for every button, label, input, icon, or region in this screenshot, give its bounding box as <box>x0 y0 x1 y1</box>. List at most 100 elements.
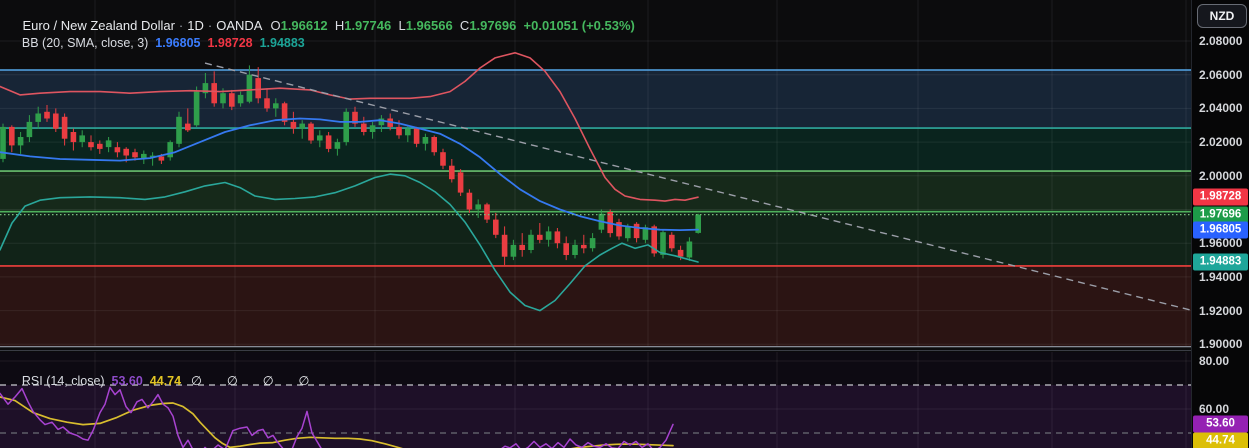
candle-body <box>53 113 59 129</box>
candle-body <box>431 137 437 153</box>
candle-body <box>422 137 429 144</box>
candle-body <box>176 116 182 144</box>
candle-body <box>440 152 446 166</box>
price-axis[interactable]: 2.08000 2.06000 2.04000 2.02000 2.00000 1.960… <box>1191 0 1249 448</box>
candle-body <box>185 123 191 131</box>
change-value: +0.01051 (+0.53%) <box>523 18 635 33</box>
close-label: C <box>459 18 470 33</box>
close-value: 1.97696 <box>469 18 517 33</box>
price-axis-label: 2.00000 <box>1199 168 1243 183</box>
price-axis-label: 2.02000 <box>1199 135 1243 150</box>
candle-body <box>237 94 244 104</box>
candle-body <box>343 111 349 143</box>
candle-body <box>70 132 77 143</box>
candle-body <box>167 142 173 158</box>
candle-body <box>405 128 411 136</box>
candle-body <box>105 140 112 148</box>
high-label: H <box>334 18 345 33</box>
rsi-axis-label: 80.00 <box>1199 354 1230 368</box>
candle-body <box>88 142 94 148</box>
candle-body <box>325 135 332 149</box>
candle-body <box>493 219 499 235</box>
candle-body <box>17 137 24 146</box>
candle-body <box>413 128 420 144</box>
trading-chart-window: Euro / New Zealand Dollar · 1D · OANDA O1.966… <box>0 0 1249 448</box>
candle-body <box>317 135 323 141</box>
candle-body <box>537 234 543 240</box>
candle-body <box>290 121 297 129</box>
price-axis-badge-bb-basis: 1.96805 <box>1193 221 1248 239</box>
candle-body <box>299 123 305 129</box>
candle-body <box>158 156 165 161</box>
candle-body <box>229 93 235 107</box>
candle-body <box>255 78 261 99</box>
candle-body <box>35 113 41 122</box>
candle-body <box>686 241 693 258</box>
low-label: L <box>398 18 406 33</box>
price-axis-label: 1.94000 <box>1199 269 1243 284</box>
candle-body <box>369 125 376 132</box>
candle-body <box>26 121 33 138</box>
price-axis-badge-bb-lower: 1.94883 <box>1193 253 1248 271</box>
pane-separator[interactable] <box>0 346 1191 348</box>
candle-body <box>563 243 569 255</box>
price-axis-label: 2.04000 <box>1199 101 1243 116</box>
candle-body <box>0 126 6 159</box>
candle-body <box>396 126 402 136</box>
candle-body <box>519 244 525 250</box>
candle-body <box>669 234 675 249</box>
price-axis-label: 1.96000 <box>1199 236 1243 251</box>
rsi-ma-value: 44.74 <box>149 374 182 388</box>
candle-body <box>61 116 68 139</box>
rsi-axis-label: 60.00 <box>1199 402 1230 416</box>
currency-toggle-button[interactable]: NZD <box>1197 4 1247 28</box>
candle-body <box>554 231 561 244</box>
bb-basis-value: 1.96805 <box>155 36 201 50</box>
candle-body <box>660 232 666 255</box>
price-axis-label: 1.90000 <box>1199 337 1243 352</box>
candle-body <box>308 123 314 141</box>
candle-body <box>220 93 226 104</box>
price-zone <box>0 171 1191 212</box>
candle-body <box>246 74 253 102</box>
price-axis-label: 2.06000 <box>1199 67 1243 82</box>
candle-body <box>466 192 473 210</box>
bb-upper-value: 1.98728 <box>207 36 253 50</box>
price-zone <box>0 265 1191 347</box>
candle-body <box>114 147 121 153</box>
rsi-indicator-label[interactable]: RSI (14, close) <box>22 374 105 388</box>
candle-body <box>334 142 341 149</box>
rsi-legend[interactable]: RSI (14, close) 53.60 44.74 ∅ ∅ ∅ ∅ <box>8 359 315 402</box>
candle-body <box>193 91 200 126</box>
price-axis-badge-bb-upper: 1.98728 <box>1193 188 1248 206</box>
candle-body <box>633 223 640 239</box>
high-value: 1.97746 <box>344 18 392 33</box>
rsi-axis-badge-rsi: 53.60 <box>1193 415 1248 433</box>
low-value: 1.96566 <box>405 18 453 33</box>
rsi-axis-badge-rsi-ma: 44.74 <box>1193 432 1248 448</box>
candle-body <box>449 165 455 180</box>
price-axis-label: 2.08000 <box>1199 34 1243 48</box>
candle-body <box>475 204 481 210</box>
candle-body <box>211 83 217 104</box>
candle-body <box>9 126 15 146</box>
bb-legend[interactable]: BB (20, SMA, close, 3) 1.96805 1.98728 1… <box>8 22 305 64</box>
candle-body <box>528 234 534 250</box>
candle-body <box>264 98 270 109</box>
candle-body <box>677 249 684 257</box>
candle-body <box>97 143 103 149</box>
bb-indicator-label[interactable]: BB (20, SMA, close, 3) <box>22 36 148 50</box>
bb-lower-value: 1.94883 <box>259 36 305 50</box>
candle-body <box>457 172 464 193</box>
candle-body <box>44 111 50 119</box>
candle-body <box>132 152 138 158</box>
candle-body <box>501 234 508 257</box>
candle-body <box>484 204 490 220</box>
candle-body <box>572 244 578 255</box>
candle-body <box>581 244 587 249</box>
rsi-value: 53.60 <box>111 374 143 388</box>
candle-body <box>79 135 85 143</box>
candle-body <box>510 244 517 257</box>
candle-body <box>545 231 552 240</box>
price-axis-label: 1.92000 <box>1199 303 1243 318</box>
